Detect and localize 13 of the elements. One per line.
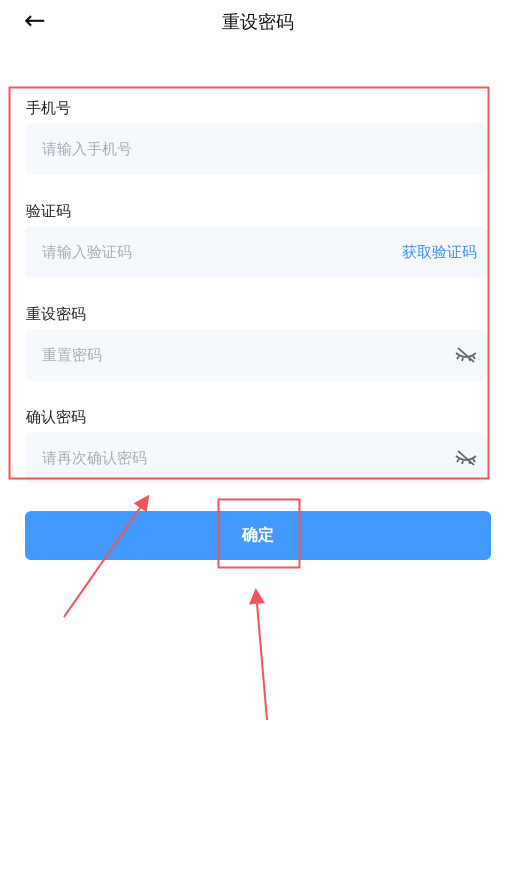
- confirm-button[interactable]: 确定: [25, 511, 491, 560]
- get-code-link[interactable]: 获取验证码: [402, 242, 477, 262]
- field-label: 手机号: [26, 99, 72, 118]
- input-field[interactable]: 请输入手机号: [25, 123, 487, 175]
- field-label: 重设密码: [26, 305, 87, 324]
- input-field[interactable]: 请再次确认密码: [25, 432, 487, 484]
- page-title: 重设密码: [222, 11, 294, 34]
- back-button[interactable]: ←: [20, 4, 50, 38]
- field-label: 确认密码: [26, 408, 87, 427]
- eye-off-icon[interactable]: [455, 346, 477, 364]
- input-field[interactable]: 重置密码: [25, 329, 487, 381]
- field-label: 验证码: [26, 202, 72, 221]
- eye-off-icon[interactable]: [455, 449, 477, 467]
